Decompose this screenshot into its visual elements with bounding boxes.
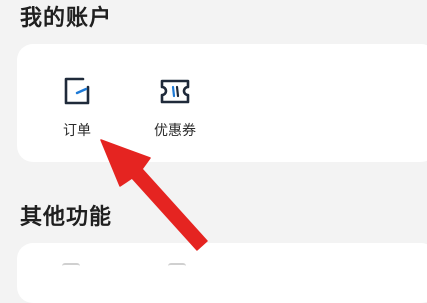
orders-label: 订单 [63, 123, 91, 139]
other-features-title: 其他功能 [20, 205, 113, 230]
order-icon [64, 77, 90, 105]
partial-feature-icon [168, 263, 186, 274]
coupon-icon [160, 79, 190, 104]
coupons-entry[interactable]: 优惠券 [140, 74, 210, 140]
partial-feature-icon [62, 263, 80, 274]
orders-entry[interactable]: 订单 [42, 74, 112, 140]
my-account-title: 我的账户 [20, 6, 113, 31]
coupons-label: 优惠券 [154, 123, 196, 139]
